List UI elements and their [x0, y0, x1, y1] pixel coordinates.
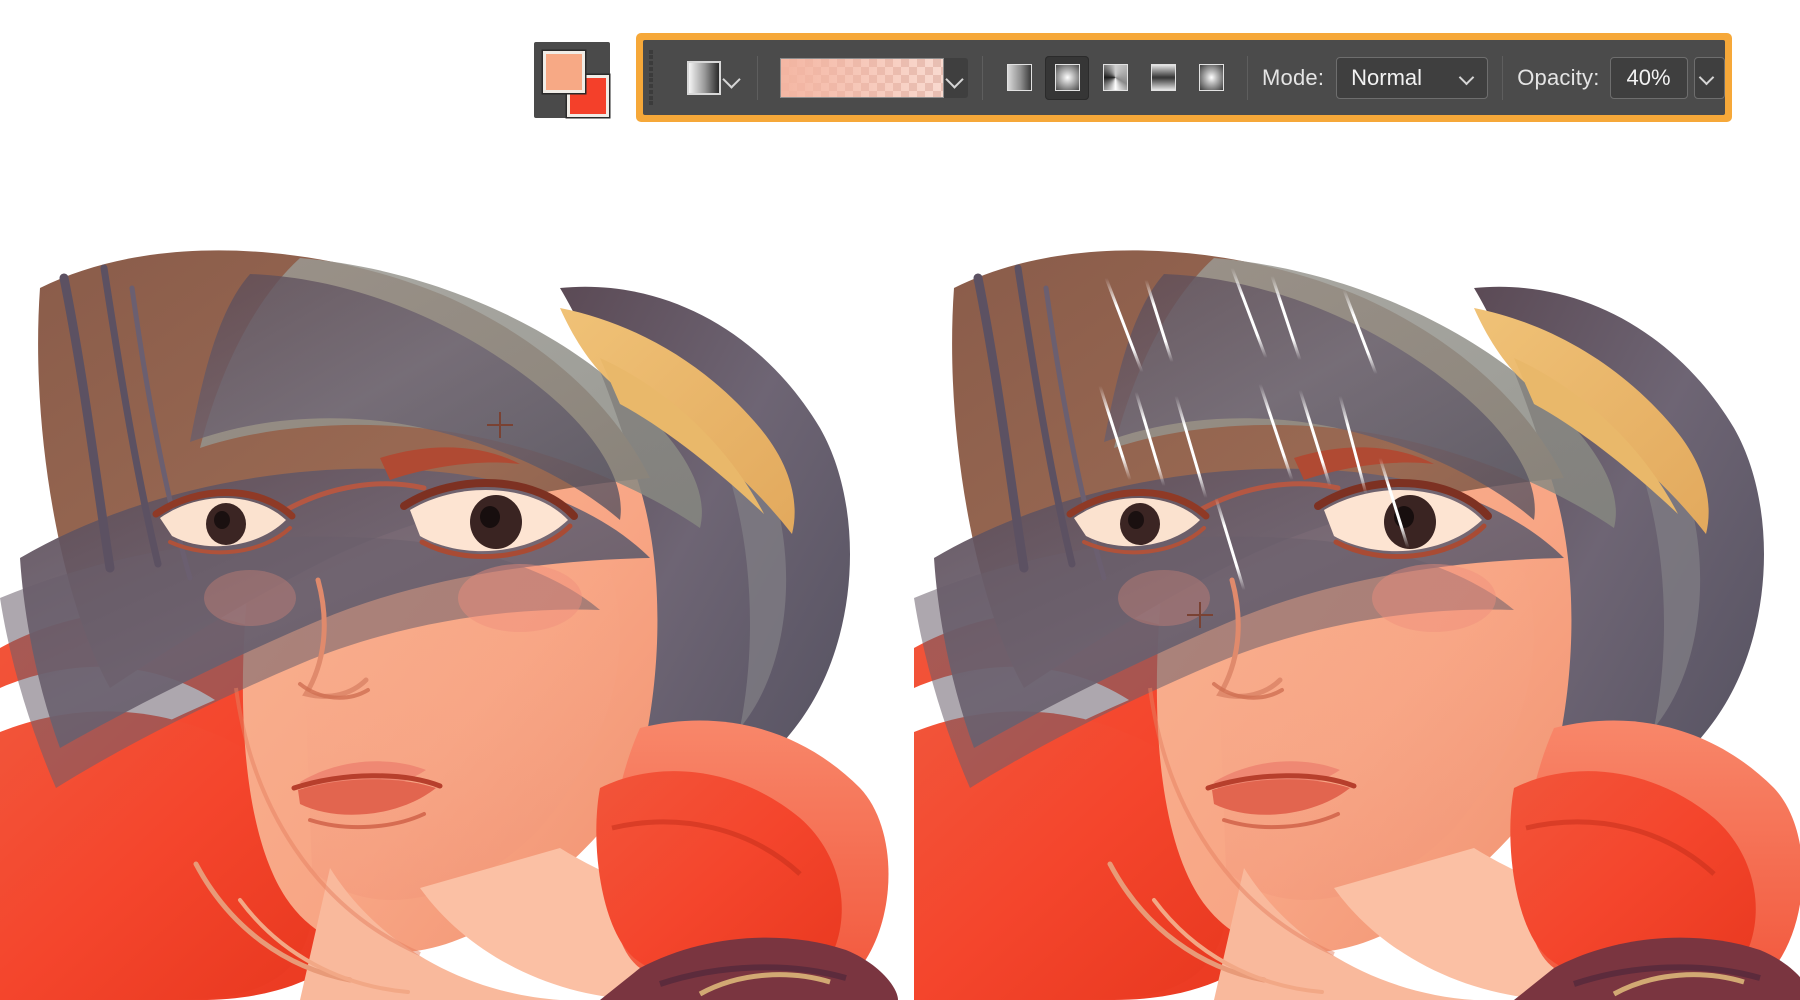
- options-toolbar-row: Mode: Normal Opacity: 40%: [0, 0, 1800, 128]
- gradient-preset-chip-icon: [687, 61, 721, 95]
- opacity-value: 40%: [1611, 65, 1687, 91]
- chevron-down-icon[interactable]: [944, 67, 966, 89]
- toolbar-divider: [1502, 56, 1503, 100]
- chevron-down-icon: [1698, 67, 1720, 89]
- gradient-swatch-picker[interactable]: [780, 58, 968, 98]
- gradient-swatch-preview[interactable]: [780, 58, 944, 98]
- gradient-options-bar: Mode: Normal Opacity: 40%: [643, 40, 1725, 115]
- reflected-gradient-icon: [1151, 64, 1176, 91]
- angle-gradient-icon: [1103, 64, 1128, 91]
- mode-value: Normal: [1337, 65, 1422, 91]
- artwork-before-image: [0, 128, 898, 1000]
- gradient-type-linear-button[interactable]: [997, 56, 1041, 100]
- chevron-down-icon: [1458, 67, 1480, 89]
- foreground-color-swatch[interactable]: [543, 51, 585, 93]
- opacity-label: Opacity:: [1517, 65, 1599, 91]
- diamond-gradient-icon: [1199, 64, 1224, 91]
- gradient-type-radial-button[interactable]: [1045, 56, 1089, 100]
- canvas-comparison: [0, 128, 1800, 1000]
- opacity-input[interactable]: 40%: [1610, 57, 1688, 99]
- gradient-type-diamond-button[interactable]: [1189, 56, 1233, 100]
- gradient-options-bar-highlight: Mode: Normal Opacity: 40%: [636, 33, 1732, 122]
- toolbar-divider: [757, 56, 758, 100]
- gradient-preset-button[interactable]: [687, 61, 743, 95]
- artwork-after-panel[interactable]: [914, 128, 1800, 1000]
- mode-label: Mode:: [1262, 65, 1324, 91]
- artwork-after-image: [914, 128, 1800, 1000]
- toolbar-divider: [1247, 56, 1248, 100]
- opacity-stepper[interactable]: [1694, 57, 1725, 99]
- radial-gradient-icon: [1055, 64, 1080, 91]
- gradient-type-reflected-button[interactable]: [1141, 56, 1185, 100]
- toolbar-divider: [982, 56, 983, 100]
- mode-select[interactable]: Normal: [1336, 57, 1488, 99]
- chevron-down-icon[interactable]: [721, 67, 743, 89]
- foreground-background-colors[interactable]: [534, 42, 610, 118]
- linear-gradient-icon: [1007, 64, 1032, 91]
- app-window: Mode: Normal Opacity: 40%: [0, 0, 1800, 1000]
- artwork-before-panel[interactable]: [0, 128, 898, 1000]
- gradient-type-group: [997, 56, 1233, 100]
- toolbar-drag-handle[interactable]: [649, 50, 653, 106]
- gradient-type-angle-button[interactable]: [1093, 56, 1137, 100]
